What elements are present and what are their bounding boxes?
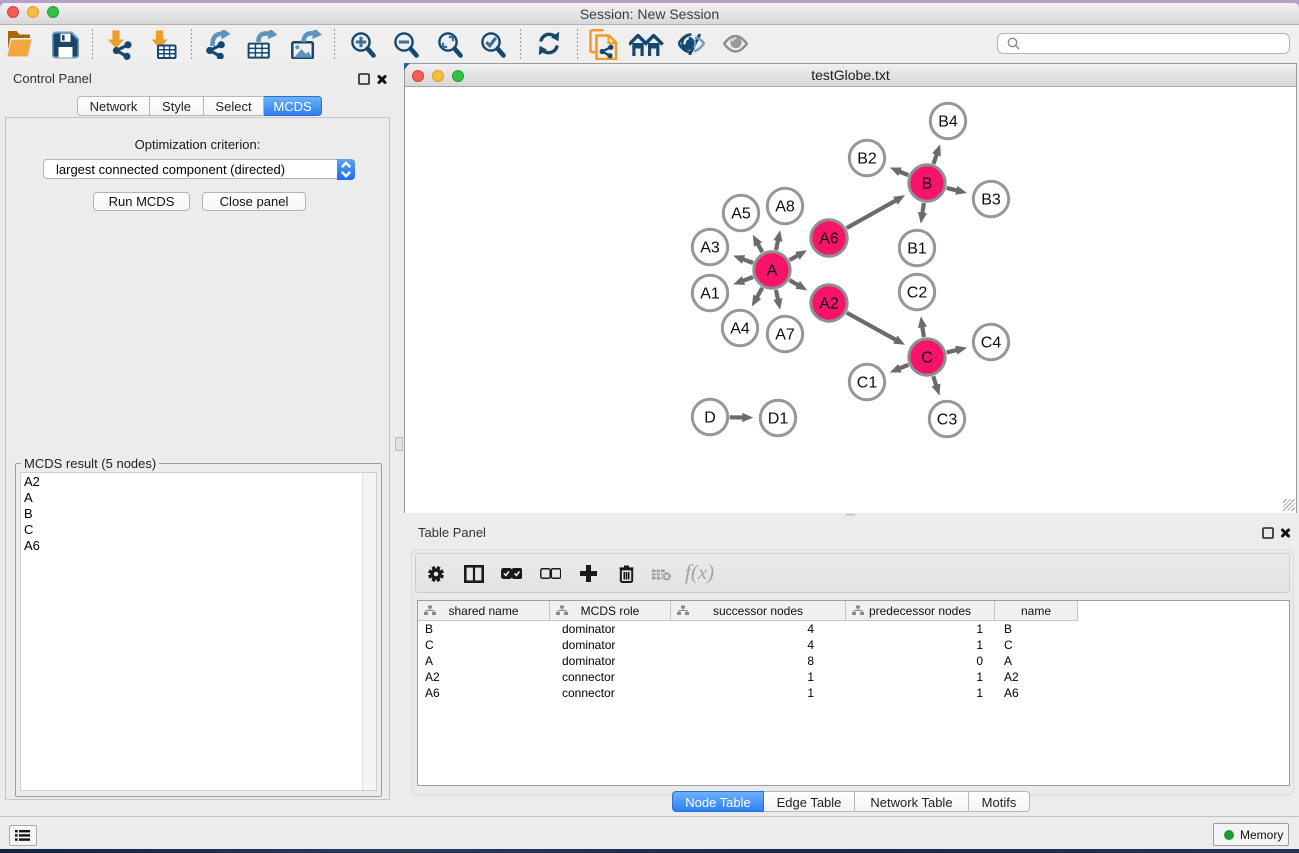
- svg-text:C: C: [921, 350, 933, 367]
- svg-text:A3: A3: [700, 240, 720, 257]
- svg-text:B1: B1: [907, 241, 927, 258]
- svg-text:B2: B2: [857, 151, 877, 168]
- svg-text:C2: C2: [907, 285, 928, 302]
- svg-text:C3: C3: [937, 412, 958, 429]
- svg-text:A6: A6: [819, 231, 839, 248]
- svg-text:C4: C4: [981, 335, 1002, 352]
- svg-text:A1: A1: [700, 286, 720, 303]
- svg-text:C1: C1: [857, 375, 878, 392]
- svg-text:D: D: [704, 410, 716, 427]
- svg-text:A5: A5: [731, 206, 751, 223]
- svg-text:A4: A4: [730, 321, 750, 338]
- svg-text:B4: B4: [938, 114, 958, 131]
- svg-text:A2: A2: [819, 296, 839, 313]
- svg-text:A7: A7: [775, 327, 795, 344]
- svg-text:B: B: [922, 176, 933, 193]
- svg-text:B3: B3: [981, 192, 1001, 209]
- svg-text:D1: D1: [768, 411, 789, 428]
- svg-text:A: A: [767, 263, 778, 280]
- svg-text:A8: A8: [775, 199, 795, 216]
